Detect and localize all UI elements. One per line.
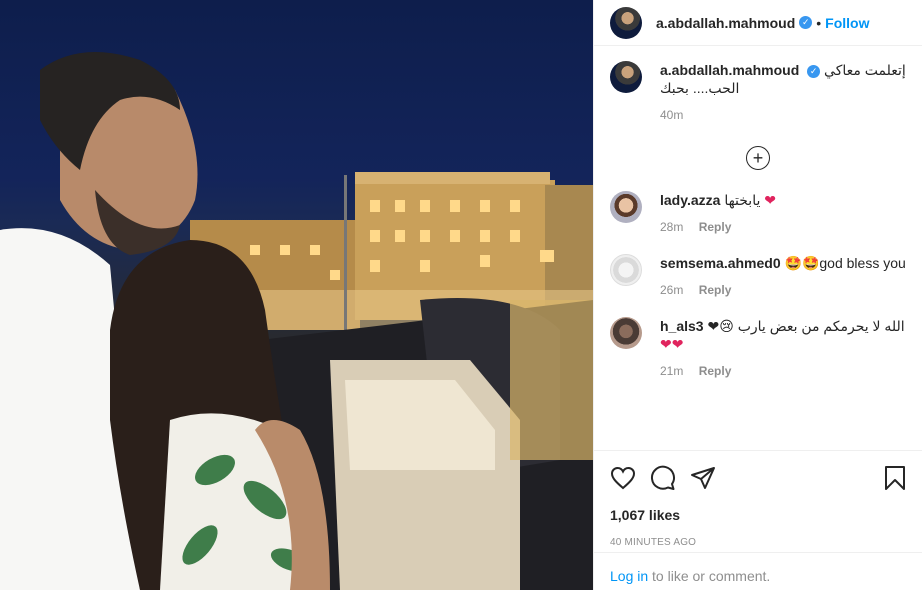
post-header: a.abdallah.mahmoud ✓ • Follow bbox=[594, 0, 922, 46]
caption: a.abdallah.mahmoud ✓ إتعلمت معاكي الحب..… bbox=[610, 61, 906, 122]
photo-illustration bbox=[0, 52, 593, 590]
comment-time: 26m bbox=[660, 283, 684, 297]
commenter-avatar[interactable] bbox=[610, 254, 642, 286]
comment-item: lady.azza يابختها ❤ 28m Reply bbox=[610, 191, 906, 234]
login-prompt: Log in to like or comment. bbox=[594, 552, 922, 590]
follow-button[interactable]: Follow bbox=[825, 15, 869, 31]
comment-item: h_als3 الله لا يحرمكم من بعض يارب 😢❤ ❤❤ … bbox=[610, 317, 906, 378]
post-timestamp[interactable]: 40 MINUTES AGO bbox=[610, 537, 906, 548]
load-more: + bbox=[610, 134, 906, 182]
comment-text: 🤩🤩god bless you bbox=[784, 255, 906, 271]
verified-badge-icon: ✓ bbox=[807, 64, 821, 78]
comment-text: الله لا يحرمكم من بعض يارب 😢❤ bbox=[707, 318, 905, 334]
caption-time: 40m bbox=[660, 108, 684, 122]
like-heart-icon[interactable] bbox=[610, 458, 650, 498]
login-prompt-text: to like or comment. bbox=[648, 568, 771, 584]
verified-badge-icon: ✓ bbox=[799, 16, 813, 29]
commenter-username[interactable]: h_als3 bbox=[660, 318, 704, 334]
reply-button[interactable]: Reply bbox=[699, 364, 732, 378]
heart-emoji: ❤ bbox=[764, 192, 776, 208]
comment-time: 28m bbox=[660, 220, 684, 234]
comments-section: a.abdallah.mahmoud ✓ إتعلمت معاكي الحب..… bbox=[610, 61, 906, 449]
author-username[interactable]: a.abdallah.mahmoud bbox=[656, 15, 795, 31]
post-side-panel: a.abdallah.mahmoud ✓ • Follow a.abdallah… bbox=[593, 0, 922, 590]
commenter-avatar[interactable] bbox=[610, 317, 642, 349]
author-avatar[interactable] bbox=[610, 6, 642, 39]
share-paper-plane-icon[interactable] bbox=[690, 458, 730, 498]
caption-avatar[interactable] bbox=[610, 61, 642, 93]
commenter-username[interactable]: lady.azza bbox=[660, 192, 720, 208]
commenter-username[interactable]: semsema.ahmed0 bbox=[660, 255, 781, 271]
post-photo[interactable] bbox=[0, 0, 593, 590]
comment-item: semsema.ahmed0 🤩🤩god bless you 26m Reply bbox=[610, 254, 906, 297]
commenter-avatar[interactable] bbox=[610, 191, 642, 223]
reply-button[interactable]: Reply bbox=[699, 283, 732, 297]
comment-time: 21m bbox=[660, 364, 684, 378]
action-bar bbox=[610, 451, 906, 505]
reply-button[interactable]: Reply bbox=[699, 220, 732, 234]
load-more-comments-icon[interactable]: + bbox=[746, 146, 770, 170]
save-bookmark-icon[interactable] bbox=[866, 458, 906, 498]
comment-bubble-icon[interactable] bbox=[650, 458, 690, 498]
likes-count[interactable]: 1,067 likes bbox=[610, 507, 906, 523]
login-link[interactable]: Log in bbox=[610, 568, 648, 584]
caption-username[interactable]: a.abdallah.mahmoud bbox=[660, 62, 799, 78]
post-actions: 1,067 likes 40 MINUTES AGO bbox=[594, 450, 922, 548]
separator-dot: • bbox=[816, 14, 822, 31]
comment-text: يابختها bbox=[724, 192, 761, 208]
comment-text-line2: ❤❤ bbox=[660, 336, 684, 352]
